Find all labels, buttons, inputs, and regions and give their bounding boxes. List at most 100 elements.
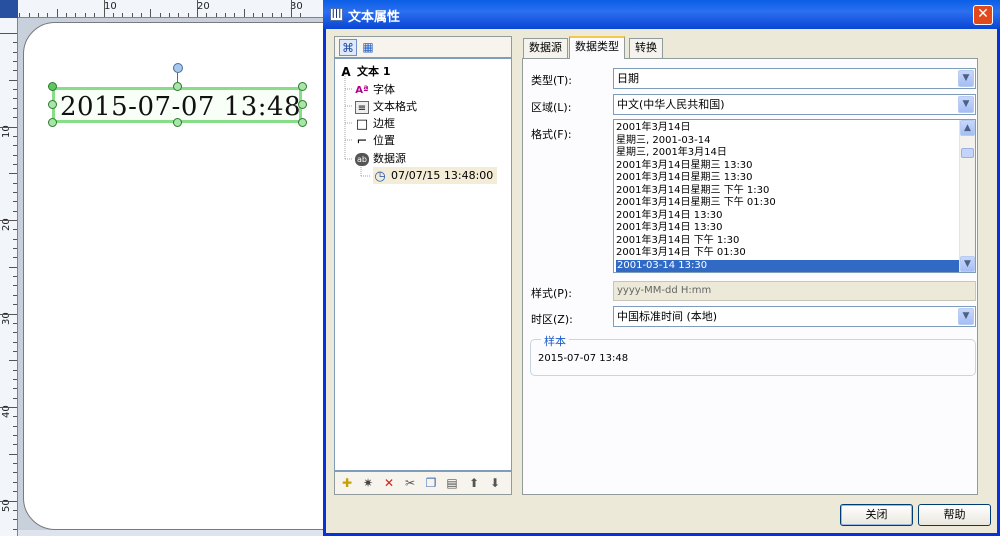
list-item[interactable]: 2001年3月14日星期三 13:30 [616,172,753,184]
tree-item-text-format[interactable]: ≡ 文本格式 [355,98,417,115]
format-listbox[interactable]: 2001年3月14日 星期三, 2001-03-14 星期三, 2001年3月1… [613,119,976,273]
list-item[interactable]: 2001年3月14日 [616,122,691,134]
dialog-title: 文本属性 [348,10,401,25]
list-item[interactable]: 2001年3月14日星期三 下午 01:30 [616,197,776,209]
ruler-tick [13,70,17,72]
paste-icon[interactable]: ▤ [443,475,461,492]
ruler-tick [13,42,17,44]
list-item[interactable]: 星期三, 2001年3月14日 [616,147,727,159]
ruler-tick [13,332,17,334]
label-designer-canvas[interactable]: 10 20 30 10 20 30 40 50 2015-07-07 13:48 [0,0,323,536]
close-button[interactable]: 关闭 [840,504,913,526]
ruler-tick [13,135,17,137]
wizard-icon[interactable]: ✷ [359,475,377,492]
ruler-tick [13,163,17,165]
ruler-tick [47,13,49,17]
format-list-scrollbar[interactable]: ▲ ▼ [959,120,975,272]
object-tree[interactable]: A 文本 1 Aª 字体 ≡ 文本格式 □ 边框 ⌐ 位置 ab 数据源 ◷ 07/07/15… [334,58,512,471]
ruler-tick [0,500,17,502]
ruler-tick [13,107,17,109]
dialog-titlebar[interactable]: ||| 文本属性 ✕ [323,0,1000,29]
resize-handle-nw[interactable] [48,82,57,91]
scroll-up-icon[interactable]: ▲ [960,120,975,136]
tab-convert[interactable]: 转换 [629,38,663,58]
ruler-tick [13,435,17,437]
list-item[interactable]: 2001年3月14日 下午 01:30 [616,247,746,259]
text-object-icon: A [341,64,351,79]
list-item[interactable]: 2001年3月14日星期三 下午 1:30 [616,185,769,197]
tree-item-border[interactable]: □ 边框 [355,115,395,132]
copy-icon[interactable]: ❐ [422,475,440,492]
tab-datatype[interactable]: 数据类型 [569,36,625,59]
chevron-down-icon[interactable]: ▼ [958,308,974,325]
ruler-tick [13,51,17,53]
ruler-tick [9,266,17,268]
resize-handle-se[interactable] [298,118,307,127]
type-label: 类型(T): [531,74,573,87]
chevron-down-icon[interactable]: ▼ [958,70,974,87]
ruler-tick [290,0,292,17]
layers-icon[interactable]: ▦ [359,39,377,56]
ruler-tick [13,257,17,259]
sample-groupbox: 样本 2015-07-07 13:48 [530,333,976,376]
ruler-label: 30 [290,1,303,12]
tree-item-datasource[interactable]: ab 数据源 [355,150,406,167]
ruler-tick [13,210,17,212]
ruler-tick [13,229,17,231]
font-icon: Aª [355,84,369,96]
ruler-tick [13,463,17,465]
ruler-tick [13,322,17,324]
close-icon[interactable]: ✕ [973,5,993,25]
resize-handle-s[interactable] [173,118,182,127]
resize-handle-ne[interactable] [298,82,307,91]
list-item[interactable]: 星期三, 2001-03-14 [616,135,710,147]
ruler-tick [206,13,208,17]
tree-item-position[interactable]: ⌐ 位置 [355,132,395,149]
datasource-icon: ab [355,152,369,166]
list-item[interactable]: 2001年3月14日 13:30 [616,210,723,222]
cut-icon[interactable]: ✂ [401,475,419,492]
timezone-select-value: 中国标准时间 (本地) [617,310,718,323]
tree-item-datetime-value[interactable]: ◷ 07/07/15 13:48:00 [373,167,498,184]
ruler-tick [112,13,114,17]
tree-item-label: 字体 [373,83,395,96]
tree-item-text-object[interactable]: A 文本 1 [339,63,390,80]
tree-item-font[interactable]: Aª 字体 [355,81,395,98]
scrollbar-thumb[interactable] [961,148,974,158]
list-item[interactable]: 2001年3月14日 13:30 [616,222,723,234]
ruler-tick [13,481,17,483]
ruler-tick [13,509,17,511]
region-select[interactable]: 中文(中华人民共和国) ▼ [613,94,976,115]
delete-icon[interactable]: ✕ [380,475,398,492]
new-item-icon[interactable]: ✚ [338,475,356,492]
ruler-tick [234,13,236,17]
tab-datasource[interactable]: 数据源 [523,38,568,58]
chevron-down-icon[interactable]: ▼ [958,96,974,113]
resize-handle-n[interactable] [173,82,182,91]
help-button[interactable]: 帮助 [918,504,991,526]
resize-handle-sw[interactable] [48,118,57,127]
ruler-tick [9,453,17,455]
ruler-tick [299,13,301,17]
type-select[interactable]: 日期 ▼ [613,68,976,89]
rotate-handle[interactable] [173,63,183,73]
list-item-selected[interactable]: 2001-03-14 13:30 [616,259,961,272]
resize-handle-e[interactable] [298,100,307,109]
scroll-down-icon[interactable]: ▼ [960,256,975,272]
resize-handle-w[interactable] [48,100,57,109]
ruler-tick [13,416,17,418]
border-icon: □ [355,116,369,132]
move-down-icon[interactable]: ⬇ [486,475,504,492]
list-item[interactable]: 2001年3月14日 下午 1:30 [616,235,739,247]
ruler-tick [150,9,152,17]
ruler-tick [19,13,21,17]
ruler-horizontal: 10 20 30 [10,0,323,18]
show-tree-icon[interactable]: ⌘ [339,39,357,56]
list-item[interactable]: 2001年3月14日星期三 13:30 [616,160,753,172]
horizontal-scrollbar[interactable] [18,530,323,536]
ruler-tick [13,201,17,203]
timezone-select[interactable]: 中国标准时间 (本地) ▼ [613,306,976,327]
region-label: 区域(L): [531,101,572,114]
ruler-tick [13,61,17,63]
move-up-icon[interactable]: ⬆ [465,475,483,492]
